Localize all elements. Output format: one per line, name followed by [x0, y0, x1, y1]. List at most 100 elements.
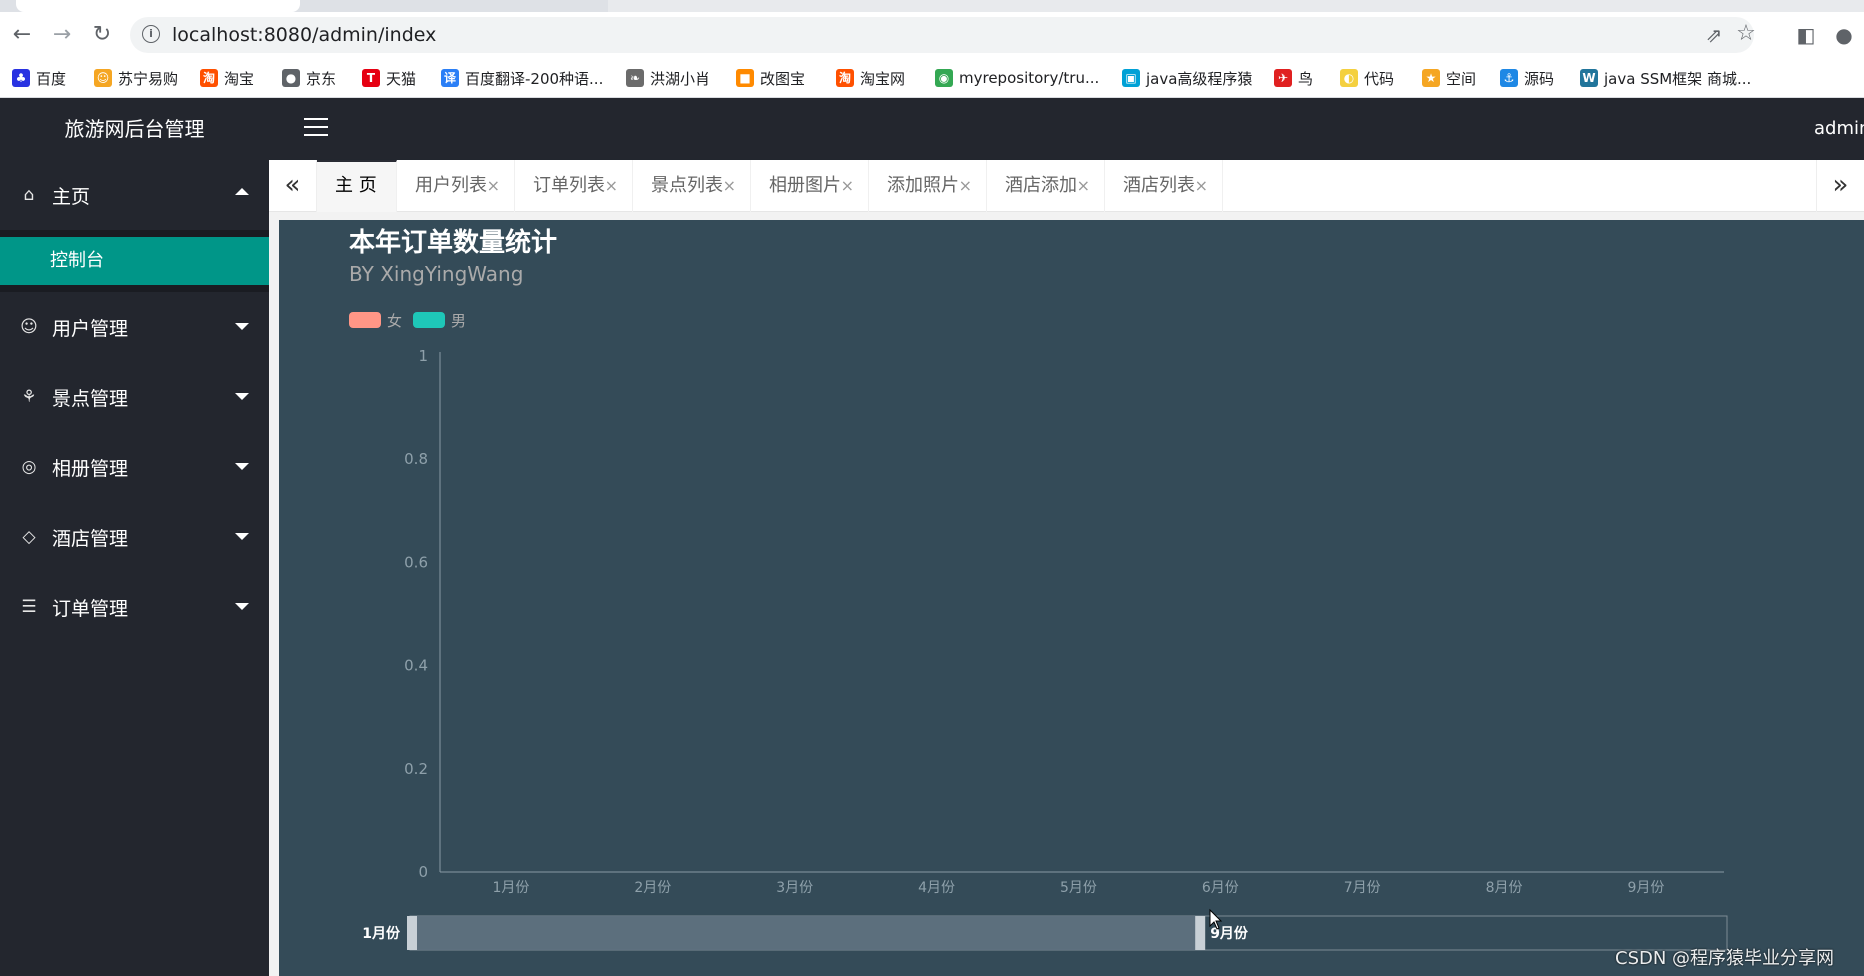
bookmark-item[interactable]: ● 京东 [282, 66, 336, 90]
reload-icon[interactable]: ↻ [88, 21, 116, 49]
datazoom-end-handle [1195, 916, 1206, 950]
sidebar-item-label: 订单管理 [52, 597, 129, 620]
diamond-icon: ◇ [22, 527, 36, 547]
address-url[interactable]: localhost:8080/admin/index [172, 24, 436, 46]
bookmark-item[interactable]: ❧ 洪湖小肖 [626, 66, 710, 90]
sidebar-item-0[interactable]: ⌂ 主页 [0, 160, 269, 230]
bookmark-label: 改图宝 [760, 69, 806, 88]
sidebar-item-label: 相册管理 [52, 457, 129, 480]
bookmark-item[interactable]: ★ 空间 [1422, 66, 1476, 90]
browser-background-tab[interactable] [608, 0, 1864, 12]
close-icon[interactable]: × [959, 160, 972, 212]
bookmark-item[interactable]: ▣ java高级程序猿 [1122, 66, 1252, 90]
bookmark-item[interactable]: ✈ 鸟 [1274, 66, 1313, 90]
bookmark-label: 源码 [1524, 69, 1555, 88]
tab-label: 订单列表 [533, 175, 605, 196]
star-icon[interactable]: ☆ [1734, 22, 1758, 46]
bookmark-item[interactable]: ☺ 苏宁易购 [94, 66, 178, 90]
sidebar-item-5[interactable]: ☰ 订单管理 [0, 572, 269, 642]
tab-0[interactable]: 主 页 [317, 160, 397, 212]
bookmark-item[interactable]: T 天猫 [362, 66, 416, 90]
close-icon[interactable]: × [605, 160, 618, 212]
bookmark-label: 代码 [1364, 69, 1395, 88]
tmall-icon: T [362, 69, 380, 87]
tab-label: 景点列表 [651, 175, 723, 196]
y-tick-label: 0.6 [404, 553, 428, 571]
sidebar-subitem-dashboard[interactable]: 控制台 [0, 237, 269, 285]
tab-5[interactable]: 添加照片 × [869, 160, 987, 212]
list-icon: ☰ [21, 597, 37, 617]
close-icon[interactable]: × [841, 160, 854, 212]
bilibili-icon: ▣ [1122, 69, 1140, 87]
browser-active-tab[interactable] [16, 0, 300, 12]
tab-3[interactable]: 景点列表 × [633, 160, 751, 212]
caret-up-icon [235, 188, 249, 195]
tab-7[interactable]: 酒店列表 × [1105, 160, 1223, 212]
share-icon[interactable]: ⇗ [1702, 23, 1726, 47]
sidebar-item-4[interactable]: ◇ 酒店管理 [0, 502, 269, 572]
tab-2[interactable]: 订单列表 × [515, 160, 633, 212]
bookmark-item[interactable]: 淘淘宝网 [836, 66, 905, 90]
bookmark-item[interactable]: Wjava SSM框架 商城... [1580, 66, 1751, 90]
close-icon[interactable]: × [487, 160, 500, 212]
profile-icon[interactable]: ● [1830, 21, 1858, 49]
bookmark-item[interactable]: ◉ myrepository/tru... [935, 66, 1099, 90]
bird-icon: ✈ [1274, 69, 1292, 87]
bookmark-label: java SSM框架 商城... [1604, 69, 1752, 88]
back-icon[interactable]: ← [8, 21, 36, 49]
user-icon: ☺ [20, 317, 38, 337]
app-header: 旅游网后台管理 admin [0, 98, 1864, 160]
bookmark-label: 百度 [36, 69, 67, 88]
address-bar[interactable]: i localhost:8080/admin/index ⇗ ☆ [130, 17, 1756, 53]
legend-swatch [413, 312, 445, 328]
sidebar-item-label: 景点管理 [52, 387, 129, 410]
feather-icon: ❧ [626, 69, 644, 87]
translate-icon: 译 [441, 69, 459, 87]
forward-icon[interactable]: → [48, 21, 76, 49]
bookmark-label: java高级程序猿 [1146, 69, 1253, 88]
bookmark-item[interactable]: ■ 改图宝 [736, 66, 805, 90]
tab-1[interactable]: 用户列表 × [397, 160, 515, 212]
bookmark-item[interactable]: 译百度翻译-200种语... [441, 66, 603, 90]
tab-label: 主 页 [335, 175, 377, 196]
bookmark-label: 百度翻译-200种语... [465, 69, 604, 88]
tab-4[interactable]: 相册图片 × [751, 160, 869, 212]
tabs-scroll-left-icon[interactable]: « [269, 160, 317, 212]
sidebar-item-label: 主页 [52, 185, 91, 208]
datazoom-range [410, 916, 1201, 950]
caret-down-icon [235, 393, 249, 400]
suning-icon: ☺ [94, 69, 112, 87]
menu-toggle-icon[interactable] [304, 118, 328, 140]
sidebar-item-2[interactable]: ⚘ 景点管理 [0, 362, 269, 432]
orders-chart: 女 男 0 0.2 0.4 0.6 0.8 1 1月份 2月份 3月份 4月份 5月份 6月份 7月份 8月份… [349, 312, 1728, 951]
app-brand: 旅游网后台管理 [64, 117, 205, 141]
gaitubao-icon: ■ [736, 69, 754, 87]
y-tick-label: 0.8 [404, 450, 428, 468]
site-info-icon[interactable]: i [142, 25, 160, 43]
side-panel-icon[interactable]: ◧ [1792, 21, 1820, 49]
chrome-icon: ◉ [935, 69, 953, 87]
sidebar-item-label: 酒店管理 [52, 527, 129, 550]
close-icon[interactable]: × [723, 160, 736, 212]
bookmark-label: 鸟 [1298, 69, 1314, 88]
sidebar-item-3[interactable]: ◎ 相册管理 [0, 432, 269, 502]
close-icon[interactable]: × [1195, 160, 1208, 212]
sidebar-item-1[interactable]: ☺ 用户管理 [0, 292, 269, 362]
close-icon[interactable]: × [1077, 160, 1090, 212]
bookmark-item[interactable]: ⚓ 源码 [1500, 66, 1554, 90]
page-tabbar: « » 主 页用户列表 × 订单列表 × 景点列表 × 相册图片 × 添加照片 × 酒店添加 × 酒店列… [269, 160, 1864, 212]
bookmark-item[interactable]: 淘淘宝 [200, 66, 254, 90]
x-tick-label: 1月份 [492, 880, 529, 896]
bookmark-item[interactable]: ♣ 百度 [12, 66, 66, 90]
legend-label: 男 [451, 312, 466, 330]
sidebar: 控制台 ⌂ 主页 ☺ 用户管理 ⚘ 景点管理 ◎ 相册管理 ◇ 酒店管理 ☰ 订单管理 [0, 160, 269, 976]
tab-6[interactable]: 酒店添加 × [987, 160, 1105, 212]
wordpress-icon: W [1580, 69, 1598, 87]
globe-icon: ● [282, 69, 300, 87]
x-tick-label: 6月份 [1202, 880, 1239, 896]
caret-down-icon [235, 323, 249, 330]
user-name[interactable]: admin [1814, 98, 1864, 160]
tabs-scroll-right-icon[interactable]: » [1816, 160, 1864, 212]
bookmark-item[interactable]: ◐ 代码 [1340, 66, 1394, 90]
palm-tree-icon: ⚘ [21, 387, 37, 407]
